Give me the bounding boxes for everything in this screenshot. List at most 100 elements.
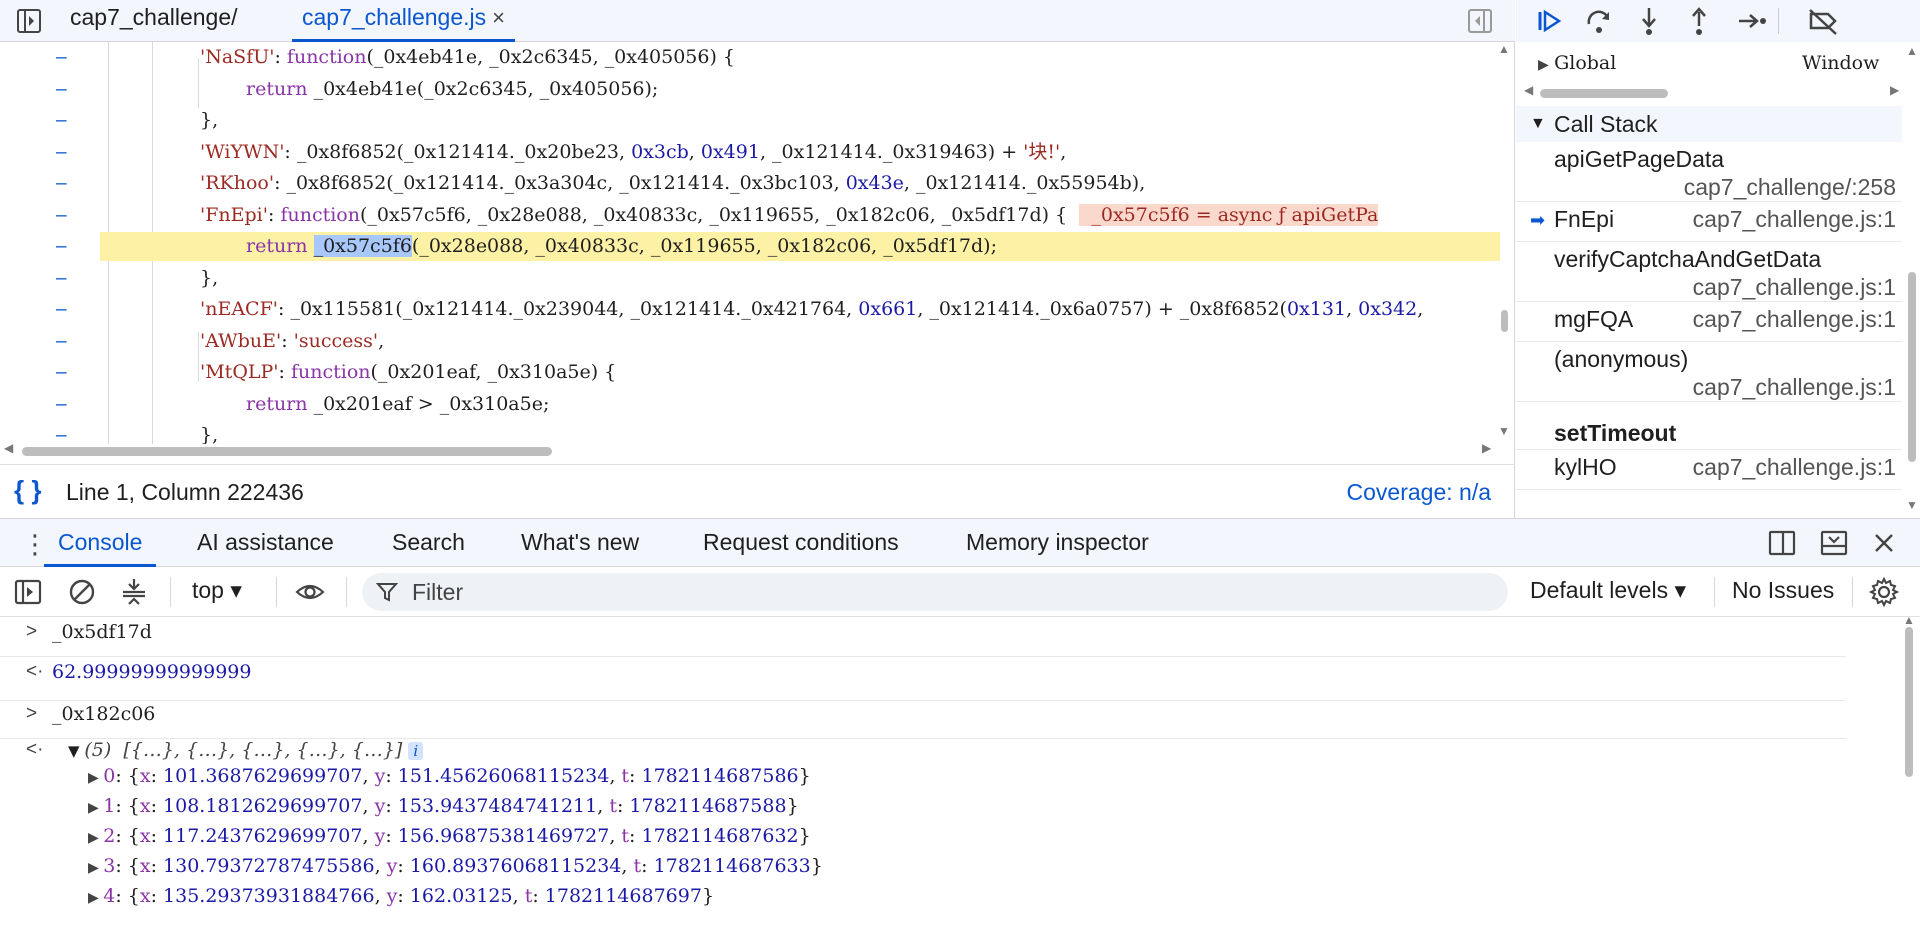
- scrollbar-thumb[interactable]: [22, 447, 552, 456]
- issues-button[interactable]: No Issues: [1732, 577, 1834, 604]
- frame-location[interactable]: cap7_challenge.js:1: [1693, 274, 1896, 301]
- line-gutter-marker[interactable]: –: [56, 168, 67, 199]
- resume-icon[interactable]: [1532, 4, 1566, 38]
- line-gutter-marker[interactable]: –: [56, 74, 67, 105]
- debugger-vertical-scrollbar[interactable]: ▲ ▼: [1904, 42, 1920, 518]
- code-line[interactable]: – 'FnEpi': function(_0x57c5f6, _0x28e088,…: [0, 200, 1500, 231]
- coverage-link[interactable]: Coverage: n/a: [1347, 479, 1491, 506]
- deactivate-breakpoints-icon[interactable]: [1806, 4, 1840, 38]
- tab-whats-new[interactable]: What's new: [521, 519, 639, 567]
- scrollbar-thumb[interactable]: [1501, 310, 1508, 332]
- call-stack-frame[interactable]: (anonymous) cap7_challenge.js:1: [1516, 342, 1902, 402]
- scrollbar-thumb[interactable]: [1540, 89, 1668, 98]
- array-item[interactable]: ▶ 4: {x: 135.29373931884766, y: 162.0312…: [88, 885, 714, 907]
- collapse-groups-icon[interactable]: [118, 576, 150, 608]
- line-gutter-marker[interactable]: –: [56, 231, 67, 262]
- line-gutter-marker[interactable]: –: [56, 105, 67, 136]
- code-line[interactable]: –},: [0, 105, 1500, 136]
- line-gutter-marker[interactable]: –: [56, 263, 67, 294]
- tab-cap7-challenge-js[interactable]: cap7_challenge.js ×: [292, 0, 515, 42]
- expand-triangle-icon[interactable]: ▶: [88, 770, 103, 786]
- array-summary[interactable]: ▼ (5) [{…}, {…}, {…}, {…}, {…}] i: [68, 739, 424, 761]
- log-levels-dropdown[interactable]: Default levels ▾: [1530, 577, 1686, 604]
- tab-ai-assistance[interactable]: AI assistance: [197, 519, 334, 567]
- line-gutter-marker[interactable]: –: [56, 294, 67, 325]
- code-line[interactable]: – 'nEACF': _0x115581(_0x121414._0x239044,…: [0, 294, 1500, 325]
- frame-location[interactable]: cap7_challenge/:258: [1684, 174, 1896, 201]
- info-badge[interactable]: i: [408, 742, 424, 760]
- scope-global[interactable]: ▶ Global Window: [1538, 52, 1879, 75]
- context-selector[interactable]: top ▾: [192, 577, 242, 604]
- tab-request-conditions[interactable]: Request conditions: [703, 519, 899, 567]
- console-vertical-scrollbar[interactable]: ▲: [1900, 613, 1918, 925]
- expand-triangle-icon[interactable]: ▶: [88, 860, 103, 876]
- frame-location[interactable]: cap7_challenge.js:1: [1693, 206, 1896, 233]
- code-line[interactable]: – 'WiYWN': _0x8f6852(_0x121414._0x20be23,…: [0, 137, 1500, 168]
- editor-horizontal-scrollbar[interactable]: ◀ ▶: [0, 441, 1500, 458]
- tab-memory-inspector[interactable]: Memory inspector: [966, 519, 1149, 567]
- pretty-print-button[interactable]: { }: [14, 475, 41, 506]
- console-result-row[interactable]: <· ▼ (5) [{…}, {…}, {…}, {…}, {…}] i ▶ 0: …: [0, 739, 1846, 925]
- code-line[interactable]: – return _0x4eb41e(_0x2c6345, _0x405056);: [0, 74, 1500, 105]
- current-execution-line[interactable]: – return _0x57c5f6(_0x28e088, _0x40833c, …: [0, 231, 1500, 262]
- console-filter-input[interactable]: Filter: [362, 573, 1508, 611]
- call-stack-header[interactable]: ▼ Call Stack: [1516, 106, 1902, 142]
- toggle-navigator-icon[interactable]: [14, 6, 44, 36]
- step-over-icon[interactable]: [1582, 4, 1616, 38]
- console-output[interactable]: > _0x5df17d <· 62.99999999999999 > _0x182c06 <…: [0, 617, 1900, 925]
- code-area[interactable]: – 'NaSfU': function(_0x4eb41e, _0x2c6345,…: [0, 42, 1500, 444]
- call-stack-frame[interactable]: kylHO cap7_challenge.js:1: [1516, 450, 1902, 490]
- inline-variable-value[interactable]: _0x57c5f6 = async ƒ apiGetPa: [1079, 203, 1379, 226]
- array-item[interactable]: ▶ 3: {x: 130.79372787475586, y: 160.8937…: [88, 855, 823, 877]
- code-line[interactable]: –},: [0, 263, 1500, 294]
- console-result-row[interactable]: <· 62.99999999999999: [0, 661, 1846, 701]
- scrollbar-thumb[interactable]: [1908, 272, 1916, 462]
- step-into-icon[interactable]: [1632, 4, 1666, 38]
- code-line[interactable]: –},: [0, 420, 1500, 444]
- step-icon[interactable]: [1734, 4, 1768, 38]
- tab-console[interactable]: Console: [44, 519, 157, 567]
- toggle-debugger-icon[interactable]: [1465, 6, 1495, 36]
- console-input-row[interactable]: > _0x182c06: [0, 703, 1846, 739]
- editor-vertical-scrollbar[interactable]: ▲ ▼: [1496, 42, 1512, 444]
- live-expression-eye-icon[interactable]: [294, 576, 326, 608]
- expand-triangle-icon[interactable]: ▼: [68, 742, 84, 760]
- clear-console-icon[interactable]: [66, 576, 98, 608]
- call-stack-frame[interactable]: apiGetPageData cap7_challenge/:258: [1516, 142, 1902, 202]
- expand-triangle-icon[interactable]: ▶: [88, 830, 103, 846]
- scope-horizontal-scrollbar[interactable]: ◀ ▶: [1524, 83, 1900, 100]
- line-gutter-marker[interactable]: –: [56, 357, 67, 388]
- array-item[interactable]: ▶ 1: {x: 108.1812629699707, y: 153.94374…: [88, 795, 799, 817]
- show-sidebar-icon[interactable]: [12, 576, 44, 608]
- console-settings-gear-icon[interactable]: [1868, 576, 1900, 608]
- tab-search[interactable]: Search: [392, 519, 465, 567]
- array-item[interactable]: ▶ 2: {x: 117.2437629699707, y: 156.96875…: [88, 825, 811, 847]
- toggle-drawer-icon[interactable]: [1818, 527, 1850, 559]
- close-drawer-icon[interactable]: [1868, 527, 1900, 559]
- frame-location[interactable]: cap7_challenge.js:1: [1693, 374, 1896, 401]
- line-gutter-marker[interactable]: –: [56, 389, 67, 420]
- step-out-icon[interactable]: [1682, 4, 1716, 38]
- line-gutter-marker[interactable]: –: [56, 42, 67, 73]
- code-line[interactable]: – 'MtQLP': function(_0x201eaf, _0x310a5e)…: [0, 357, 1500, 388]
- line-gutter-marker[interactable]: –: [56, 420, 67, 444]
- line-gutter-marker[interactable]: –: [56, 200, 67, 231]
- line-gutter-marker[interactable]: –: [56, 326, 67, 357]
- code-line[interactable]: – 'RKhoo': _0x8f6852(_0x121414._0x3a304c,…: [0, 168, 1500, 199]
- tab-cap7-challenge-folder[interactable]: cap7_challenge/: [60, 0, 248, 42]
- call-stack-frame[interactable]: mgFQA cap7_challenge.js:1: [1516, 302, 1902, 342]
- code-line[interactable]: – return _0x201eaf > _0x310a5e;: [0, 389, 1500, 420]
- frame-location[interactable]: cap7_challenge.js:1: [1693, 306, 1896, 333]
- code-line[interactable]: – 'AWbuE': 'success',: [0, 326, 1500, 357]
- call-stack-frame[interactable]: ➡ FnEpi cap7_challenge.js:1: [1516, 202, 1902, 242]
- expand-triangle-icon[interactable]: ▶: [88, 890, 103, 906]
- code-line[interactable]: – 'NaSfU': function(_0x4eb41e, _0x2c6345,…: [0, 42, 1500, 73]
- array-item[interactable]: ▶ 0: {x: 101.3687629699707, y: 151.45626…: [88, 765, 811, 787]
- dock-side-icon[interactable]: [1766, 527, 1798, 559]
- call-stack-frame[interactable]: verifyCaptchaAndGetData cap7_challenge.js…: [1516, 242, 1902, 302]
- expand-triangle-icon[interactable]: ▶: [88, 800, 103, 816]
- close-tab-icon[interactable]: ×: [492, 5, 505, 30]
- line-gutter-marker[interactable]: –: [56, 137, 67, 168]
- frame-location[interactable]: cap7_challenge.js:1: [1693, 454, 1896, 481]
- scrollbar-thumb[interactable]: [1905, 627, 1913, 777]
